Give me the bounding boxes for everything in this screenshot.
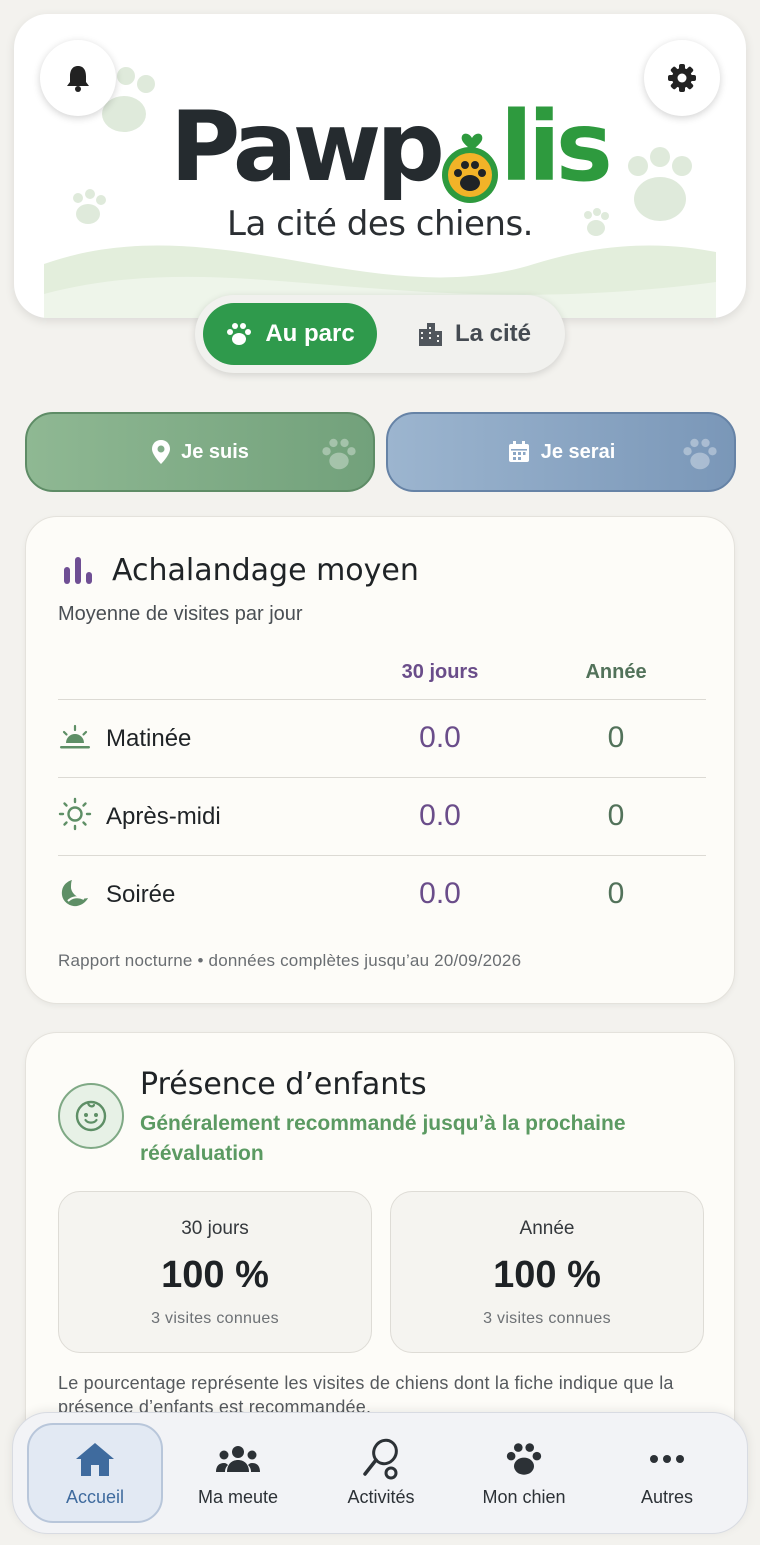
row-value-30: 0.0 xyxy=(419,799,461,832)
tab-au-parc[interactable]: Au parc xyxy=(203,303,377,365)
moon-icon xyxy=(61,880,88,907)
stat-note: 3 visites connues xyxy=(483,1310,611,1327)
nav-label: Accueil xyxy=(65,1486,125,1507)
logo-paw-icon xyxy=(442,133,498,203)
nav-accueil[interactable]: Accueil xyxy=(27,1423,163,1523)
pawpolis-logo: Pawp lis La cité des chiens. xyxy=(170,92,613,244)
children-card: Présence d’enfants Généralement recomman… xyxy=(25,1032,735,1452)
divider xyxy=(58,855,706,856)
row-value-year: 0 xyxy=(607,799,625,832)
more-icon xyxy=(650,1454,684,1463)
nav-activites[interactable]: Activités xyxy=(313,1423,449,1523)
notifications-button[interactable] xyxy=(40,40,116,116)
stat-value: 100 % xyxy=(161,1254,269,1296)
stat-box-30-jours: 30 jours 100 % 3 visites connues xyxy=(58,1191,372,1353)
children-title: Présence d’enfants xyxy=(140,1067,427,1102)
nav-label: Autres xyxy=(640,1486,694,1507)
children-recommendation: Généralement recommandé jusqu’à la proch… xyxy=(140,1112,626,1165)
paw-icon xyxy=(506,1442,542,1475)
city-icon xyxy=(418,323,442,346)
nav-autres[interactable]: Autres xyxy=(599,1423,735,1523)
bell-icon xyxy=(67,66,89,92)
stat-box-annee: Année 100 % 3 visites connues xyxy=(390,1191,704,1353)
header-card: Pawp lis La cité des chiens. xyxy=(14,14,746,318)
home-icon xyxy=(76,1442,114,1476)
stat-note: 3 visites connues xyxy=(151,1310,279,1327)
stat-label: Année xyxy=(519,1218,575,1239)
location-pin-icon xyxy=(152,440,171,464)
bottom-navigation: Accueil Ma meute Activités Mon chien Aut… xyxy=(12,1412,748,1534)
paw-watermark-icon xyxy=(683,438,717,470)
divider xyxy=(58,699,706,700)
table-row: Matinée 0.0 0 xyxy=(58,701,706,779)
col-annee: Année xyxy=(585,661,647,683)
ball-racket-icon xyxy=(363,1438,398,1479)
gear-icon xyxy=(668,64,696,92)
paw-watermark-icon xyxy=(322,438,356,470)
sun-icon xyxy=(58,797,92,831)
sunrise-icon xyxy=(60,724,90,749)
col-30-jours: 30 jours xyxy=(401,661,479,683)
group-icon xyxy=(216,1445,260,1472)
nav-label: Activités xyxy=(347,1486,415,1507)
traffic-title: Achalandage moyen xyxy=(112,553,419,588)
row-label: Après-midi xyxy=(106,803,221,830)
nav-mon-chien[interactable]: Mon chien xyxy=(456,1423,592,1523)
traffic-card: Achalandage moyen Moyenne de visites par… xyxy=(25,516,735,1004)
bar-chart-icon xyxy=(64,557,92,584)
row-value-year: 0 xyxy=(607,877,625,910)
stat-label: 30 jours xyxy=(181,1218,249,1239)
child-face-icon xyxy=(58,1083,124,1149)
je-serai-button[interactable]: Je serai xyxy=(386,412,736,492)
stat-value: 100 % xyxy=(493,1254,601,1296)
nav-label: Ma meute xyxy=(197,1486,279,1507)
settings-button[interactable] xyxy=(644,40,720,116)
logo-wordmark: Pawp lis xyxy=(170,91,613,203)
row-label: Matinée xyxy=(106,725,192,752)
paw-icon xyxy=(227,323,252,345)
calendar-icon xyxy=(508,441,529,462)
tab-la-cite[interactable]: La cité xyxy=(391,303,557,365)
je-suis-button[interactable]: Je suis xyxy=(25,412,375,492)
tab-au-parc-label: Au parc xyxy=(265,320,355,347)
divider xyxy=(58,777,706,778)
je-serai-label: Je serai xyxy=(540,440,616,463)
nav-label: Mon chien xyxy=(482,1486,566,1507)
je-suis-label: Je suis xyxy=(181,440,249,463)
traffic-subtitle: Moyenne de visites par jour xyxy=(58,603,303,625)
row-value-30: 0.0 xyxy=(419,721,461,754)
row-value-year: 0 xyxy=(607,721,625,754)
row-label: Soirée xyxy=(106,881,176,908)
row-value-30: 0.0 xyxy=(419,877,461,910)
location-mode-toggle: Au parc La cité xyxy=(195,295,565,373)
tab-la-cite-label: La cité xyxy=(454,320,532,347)
table-row: Après-midi 0.0 0 xyxy=(58,779,706,857)
table-row: Soirée 0.0 0 xyxy=(58,857,706,935)
logo-tagline: La cité des chiens. xyxy=(227,204,533,244)
nav-ma-meute[interactable]: Ma meute xyxy=(170,1423,306,1523)
traffic-footnote: Rapport nocturne • données complètes jus… xyxy=(58,951,522,970)
